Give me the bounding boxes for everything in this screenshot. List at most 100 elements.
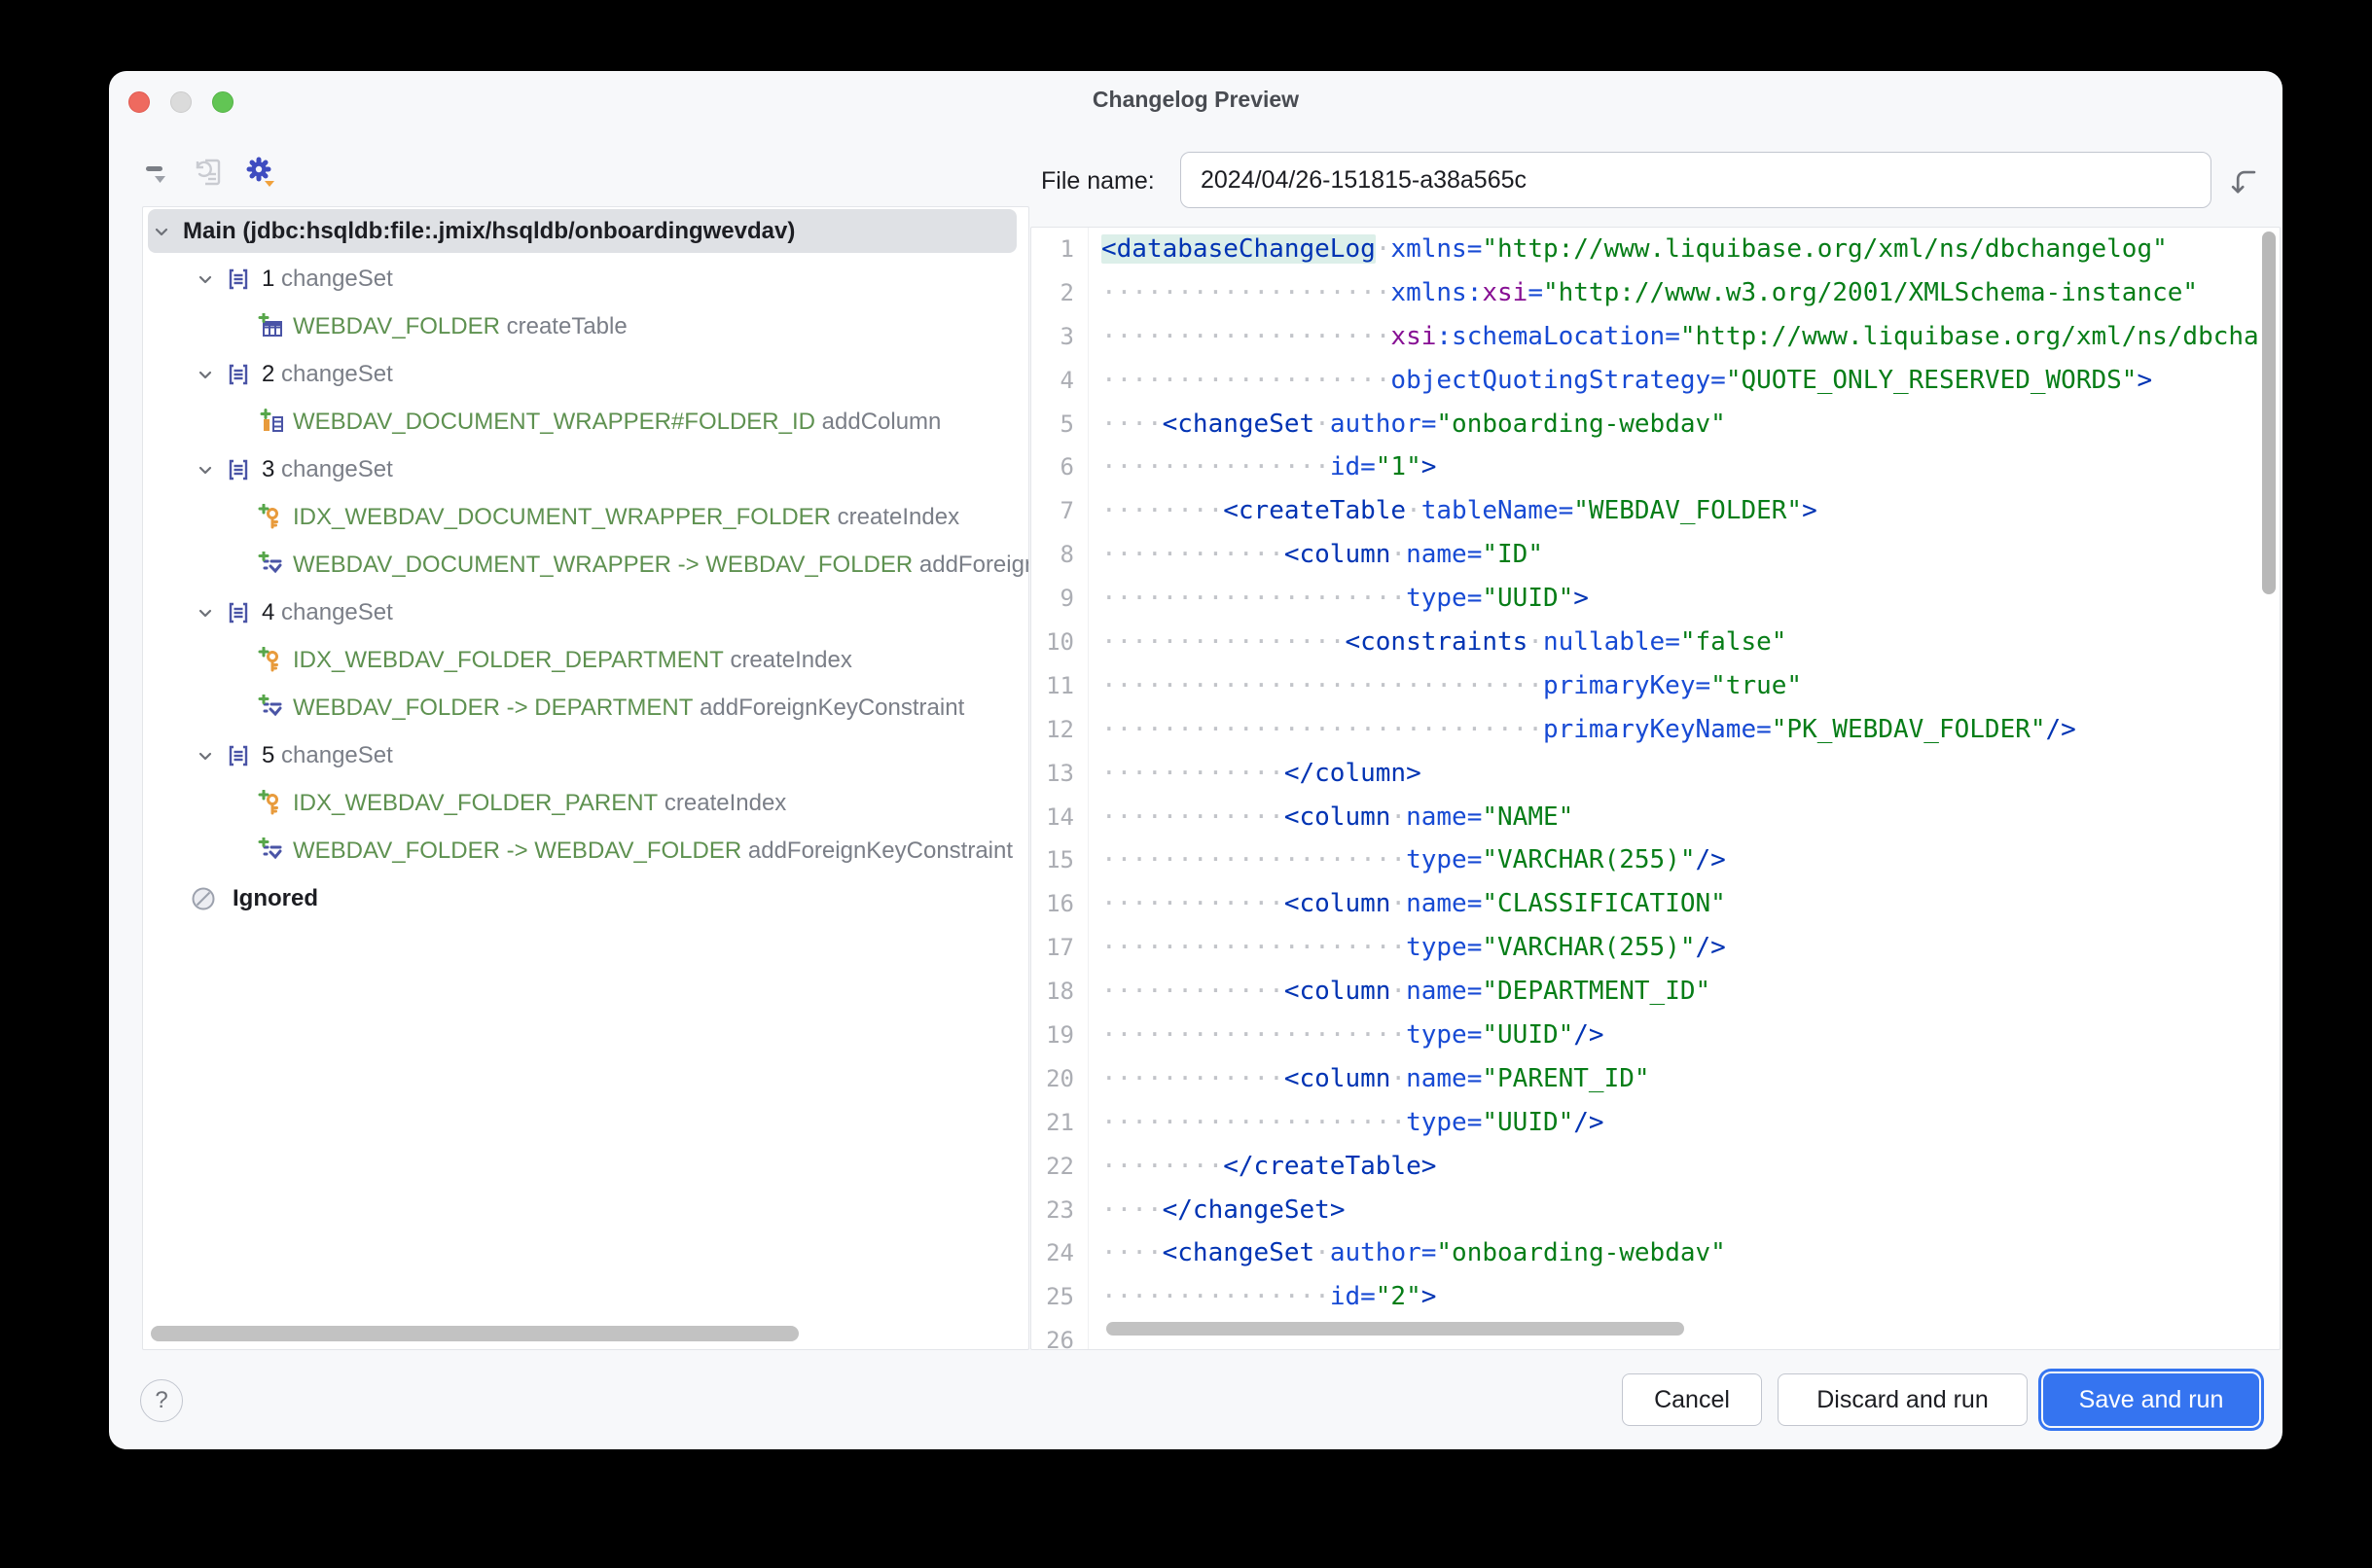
code-line: 13············</column> (1031, 752, 2280, 796)
chevron-down-icon[interactable] (150, 207, 173, 255)
tree-row-changeset[interactable]: 5 changeSet (143, 731, 1028, 779)
tree-row-change[interactable]: WEBDAV_FOLDER createTable (143, 303, 1028, 350)
tree-row-label: WEBDAV_FOLDER -> WEBDAV_FOLDER addForeig… (293, 827, 1013, 874)
line-number: 22 (1031, 1145, 1074, 1189)
tree-toolbar (138, 154, 280, 191)
filter-icon[interactable] (138, 154, 175, 191)
changeset-icon (225, 588, 252, 636)
line-number: 4 (1031, 359, 1074, 403)
code-line: 21····················type="UUID"/> (1031, 1101, 2280, 1145)
changeset-tree[interactable]: Ignored WEBDAV_FOLDER -> WEBDAV_FOLDER a… (142, 206, 1029, 1350)
create-table-icon (258, 303, 285, 350)
changeset-icon (225, 445, 252, 493)
tree-row-label: 2 changeSet (262, 350, 393, 398)
tree-row-label: 3 changeSet (262, 445, 393, 493)
line-number: 9 (1031, 577, 1074, 621)
tree-row-label: IDX_WEBDAV_DOCUMENT_WRAPPER_FOLDER creat… (293, 493, 959, 541)
discard-and-run-button[interactable]: Discard and run (1778, 1373, 2028, 1426)
tree-row-changeset[interactable]: 2 changeSet (143, 350, 1028, 398)
tree-row-label: Main (jdbc:hsqldb:file:.jmix/hsqldb/onbo… (183, 207, 795, 255)
add-column-icon (258, 398, 285, 445)
tree-row-ignored[interactable]: Ignored (143, 874, 1028, 922)
code-line: 15····················type="VARCHAR(255)… (1031, 838, 2280, 882)
add-foreign-key-icon (258, 827, 285, 874)
tree-row-change[interactable]: WEBDAV_FOLDER -> WEBDAV_FOLDER addForeig… (143, 827, 1028, 874)
changeset-icon (225, 350, 252, 398)
code-line: 6···············id="1"> (1031, 445, 2280, 489)
line-number: 24 (1031, 1231, 1074, 1275)
tree-row-changeset[interactable]: 1 changeSet (143, 255, 1028, 303)
tree-row-label: Ignored (233, 874, 318, 922)
code-line: 1<databaseChangeLog·xmlns="http://www.li… (1031, 228, 2280, 271)
tree-row-label: IDX_WEBDAV_FOLDER_PARENT createIndex (293, 779, 786, 827)
save-and-run-button[interactable]: Save and run (2043, 1373, 2259, 1426)
file-name-input[interactable] (1180, 152, 2211, 208)
code-line: 18············<column·name="DEPARTMENT_I… (1031, 970, 2280, 1014)
tree-row-changeset[interactable]: 4 changeSet (143, 588, 1028, 636)
undo-icon (2227, 162, 2264, 199)
code-line: 12·····························primaryKe… (1031, 708, 2280, 752)
line-number: 20 (1031, 1057, 1074, 1101)
help-button[interactable]: ? (140, 1379, 183, 1422)
line-number: 14 (1031, 796, 1074, 839)
create-index-icon (258, 636, 285, 684)
tree-row-change[interactable]: WEBDAV_FOLDER -> DEPARTMENT addForeignKe… (143, 684, 1028, 731)
tree-row-label: WEBDAV_FOLDER -> DEPARTMENT addForeignKe… (293, 684, 964, 731)
tree-row-label: WEBDAV_DOCUMENT_WRAPPER#FOLDER_ID addCol… (293, 398, 941, 445)
tree-row-change[interactable]: WEBDAV_DOCUMENT_WRAPPER#FOLDER_ID addCol… (143, 398, 1028, 445)
changelog-preview-dialog: Changelog Preview (109, 71, 2282, 1449)
refresh-changelog-icon[interactable] (191, 154, 228, 191)
code-line: 3···················xsi:schemaLocation="… (1031, 315, 2280, 359)
code-line: 20············<column·name="PARENT_ID" (1031, 1057, 2280, 1101)
code-line: 7········<createTable·tableName="WEBDAV_… (1031, 489, 2280, 533)
code-line: 10················<constraints·nullable=… (1031, 621, 2280, 664)
code-line: 24····<changeSet·author="onboarding-webd… (1031, 1231, 2280, 1275)
dialog-title: Changelog Preview (109, 87, 2282, 113)
line-number: 26 (1031, 1319, 1074, 1350)
add-foreign-key-icon (258, 541, 285, 588)
tree-row-changeset[interactable]: 3 changeSet (143, 445, 1028, 493)
code-line: 8············<column·name="ID" (1031, 533, 2280, 577)
tree-row-label: 1 changeSet (262, 255, 393, 303)
line-number: 12 (1031, 708, 1074, 752)
line-number: 15 (1031, 838, 1074, 882)
code-line: 16············<column·name="CLASSIFICATI… (1031, 882, 2280, 926)
tree-row-root[interactable]: Main (jdbc:hsqldb:file:.jmix/hsqldb/onbo… (143, 207, 1028, 255)
tree-horizontal-scrollbar[interactable] (151, 1326, 799, 1341)
editor-horizontal-scrollbar[interactable] (1106, 1322, 1684, 1336)
chevron-down-icon[interactable] (194, 255, 217, 303)
changelog-code-editor[interactable]: 1<databaseChangeLog·xmlns="http://www.li… (1030, 227, 2281, 1350)
tree-row-label: WEBDAV_FOLDER createTable (293, 303, 628, 350)
ignored-icon (190, 874, 217, 922)
line-number: 7 (1031, 489, 1074, 533)
tree-row-label: 5 changeSet (262, 731, 393, 779)
chevron-down-icon[interactable] (194, 588, 217, 636)
reset-file-name-button[interactable] (2227, 162, 2264, 199)
chevron-down-icon[interactable] (194, 731, 217, 779)
code-line: 25···············id="2"> (1031, 1275, 2280, 1319)
settings-gear-icon[interactable] (243, 154, 280, 191)
code-line: 9····················type="UUID"> (1031, 577, 2280, 621)
code-line: 11·····························primaryKe… (1031, 664, 2280, 708)
line-number: 17 (1031, 926, 1074, 970)
add-foreign-key-icon (258, 684, 285, 731)
line-number: 3 (1031, 315, 1074, 359)
code-line: 19····················type="UUID"/> (1031, 1014, 2280, 1057)
chevron-down-icon[interactable] (194, 350, 217, 398)
line-number: 11 (1031, 664, 1074, 708)
file-name-label: File name: (1041, 167, 1155, 196)
line-number: 5 (1031, 403, 1074, 446)
tree-row-change[interactable]: IDX_WEBDAV_DOCUMENT_WRAPPER_FOLDER creat… (143, 493, 1028, 541)
create-index-icon (258, 493, 285, 541)
editor-vertical-scrollbar[interactable] (2262, 232, 2276, 594)
line-number: 18 (1031, 970, 1074, 1014)
tree-row-change[interactable]: IDX_WEBDAV_FOLDER_DEPARTMENT createIndex (143, 636, 1028, 684)
chevron-down-icon[interactable] (194, 445, 217, 493)
line-number: 8 (1031, 533, 1074, 577)
code-line: 5····<changeSet·author="onboarding-webda… (1031, 403, 2280, 446)
cancel-button[interactable]: Cancel (1622, 1373, 1762, 1426)
screenshot-stage: Changelog Preview (0, 0, 2372, 1568)
tree-row-change[interactable]: WEBDAV_DOCUMENT_WRAPPER -> WEBDAV_FOLDER… (143, 541, 1028, 588)
code-line: 4···················objectQuotingStrateg… (1031, 359, 2280, 403)
tree-row-change[interactable]: IDX_WEBDAV_FOLDER_PARENT createIndex (143, 779, 1028, 827)
